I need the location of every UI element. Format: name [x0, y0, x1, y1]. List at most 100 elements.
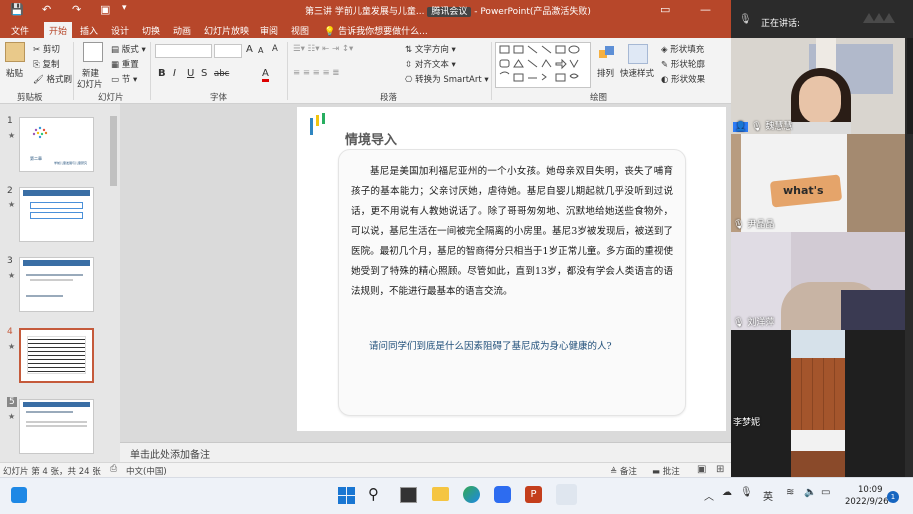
strikethrough-button[interactable]: abc — [214, 69, 229, 79]
quick-styles-icon[interactable] — [628, 44, 648, 64]
undo-icon[interactable]: ↶ — [42, 3, 51, 16]
save-icon[interactable]: 💾 — [10, 3, 24, 16]
paste-button[interactable]: 粘贴 — [6, 67, 23, 79]
shadow-button[interactable]: S — [201, 68, 207, 79]
section-button[interactable]: ▭ 节 ▾ — [111, 73, 137, 85]
task-view-icon[interactable] — [11, 487, 27, 503]
ime-indicator[interactable]: 英 — [763, 488, 773, 503]
notes-pane[interactable]: 单击此处添加备注 — [120, 442, 731, 463]
thumb-text-block — [27, 336, 86, 374]
copy-button[interactable]: ⎘ 复制 — [33, 58, 60, 70]
slide-number: 2 — [7, 186, 13, 196]
meeting-app-badge[interactable]: 腾讯会议 — [427, 7, 472, 17]
normal-view-icon[interactable]: ▣ — [697, 464, 706, 475]
file-explorer-icon[interactable] — [432, 487, 449, 501]
tab-view[interactable]: 视图 — [291, 24, 309, 37]
star-icon: ★ — [8, 342, 16, 351]
video-tile-3[interactable]: 🎙 刘洋萍 — [731, 232, 905, 330]
arrange-icon[interactable] — [598, 44, 616, 62]
paste-icon[interactable] — [5, 42, 25, 62]
shape-outline-button[interactable]: ✎ 形状轮廓 — [661, 58, 705, 70]
tell-me-box[interactable]: 💡 告诉我你想要做什么... — [324, 24, 428, 37]
format-painter-button[interactable]: 🖌 格式刷 — [33, 73, 72, 85]
bullets-button[interactable]: ☰▾ ☷▾ ⇤ ⇥ ↕▾ — [293, 44, 353, 54]
bold-button[interactable]: B — [158, 68, 166, 79]
scrollbar-thumb[interactable] — [110, 116, 117, 186]
clock-date[interactable]: 2022/9/26 — [845, 497, 889, 507]
font-color-button[interactable]: A — [262, 68, 269, 82]
group-label-clipboard: 剪贴板 — [17, 93, 43, 103]
edge-browser-icon[interactable] — [463, 486, 480, 503]
ribbon-display-icon[interactable]: ▭ — [660, 3, 670, 16]
minimize-icon[interactable]: — — [700, 3, 711, 16]
layout-button[interactable]: ▤ 版式 ▾ — [111, 43, 146, 55]
underline-button[interactable]: U — [187, 68, 194, 79]
windows-start-icon[interactable] — [338, 487, 355, 507]
tab-slideshow[interactable]: 幻灯片放映 — [204, 24, 249, 37]
clock-time[interactable]: 10:09 — [858, 485, 883, 495]
clear-format-button[interactable]: A — [272, 44, 278, 54]
font-size-input[interactable] — [214, 44, 242, 58]
arrange-button[interactable]: 排列 — [597, 67, 614, 79]
tab-animations[interactable]: 动画 — [173, 24, 191, 37]
notes-toggle[interactable]: ≜ 备注 — [610, 465, 637, 477]
mic-tray-icon[interactable]: 🎙 — [740, 487, 753, 498]
notification-badge[interactable]: 1 — [887, 491, 899, 503]
video-tile-1[interactable]: 👤 🎙 魏慧慧 — [731, 38, 905, 134]
tab-file[interactable]: 文件 — [11, 24, 29, 37]
tab-design[interactable]: 设计 — [111, 24, 129, 37]
video-tile-5[interactable] — [731, 430, 905, 477]
video-tile-2[interactable]: what's 🎙 尹晶晶 — [731, 134, 905, 232]
align-buttons[interactable]: ≡ ≡ ≡ ≡ ≣ — [293, 68, 339, 78]
present-icon[interactable]: ▣ — [100, 3, 110, 16]
language-indicator[interactable]: 中文(中国) — [126, 465, 167, 477]
current-slide[interactable]: 情境导入 基尼是美国加利福尼亚州的一个小女孩。她母亲双目失明，丧失了哺育孩子的基… — [297, 107, 726, 431]
new-slide-label-2[interactable]: 幻灯片 — [77, 78, 103, 90]
shapes-gallery[interactable] — [495, 42, 591, 88]
face-shape — [799, 76, 841, 124]
smartart-button[interactable]: ⎔ 转换为 SmartArt ▾ — [405, 73, 489, 85]
task-view-button-icon[interactable] — [400, 487, 417, 503]
slide-thumbnail-2[interactable] — [19, 187, 94, 242]
shape-effects-button[interactable]: ◐ 形状效果 — [661, 73, 705, 85]
redo-icon[interactable]: ↷ — [72, 3, 81, 16]
new-slide-icon[interactable] — [83, 42, 103, 62]
star-icon: ★ — [8, 412, 16, 421]
grow-font-button[interactable]: A — [246, 44, 253, 55]
ribbon-tabs: 文件 开始 插入 设计 切换 动画 幻灯片放映 审阅 视图 💡 告诉我你想要做什… — [0, 21, 731, 38]
slide-thumbnail-3[interactable] — [19, 257, 94, 312]
thumbnails-scrollbar[interactable] — [109, 104, 118, 462]
slide-thumbnail-4[interactable] — [19, 328, 94, 383]
arrange-icon-svg — [599, 46, 614, 58]
chevron-up-icon[interactable]: ︿ — [704, 488, 714, 503]
search-icon[interactable]: ⚲ — [368, 485, 379, 503]
wifi-icon[interactable]: ≋ — [786, 487, 794, 498]
battery-icon[interactable]: ▭ — [821, 487, 830, 498]
italic-button[interactable]: I — [173, 68, 176, 79]
tencent-meeting-icon[interactable] — [494, 486, 511, 503]
align-text-button[interactable]: ⇳ 对齐文本 ▾ — [405, 58, 456, 70]
shape-fill-button[interactable]: ◈ 形状填充 — [661, 43, 704, 55]
slide-thumbnail-1[interactable]: 第二章 学前儿童发展与儿童研究 — [19, 117, 94, 172]
text-direction-button[interactable]: ⇅ 文字方向 ▾ — [405, 43, 456, 55]
reset-button[interactable]: ▦ 重置 — [111, 58, 139, 70]
notes-placeholder[interactable]: 单击此处添加备注 — [130, 446, 210, 461]
comments-toggle[interactable]: ▬ 批注 — [652, 465, 680, 477]
tab-insert[interactable]: 插入 — [80, 24, 98, 37]
tab-transitions[interactable]: 切换 — [142, 24, 160, 37]
font-name-input[interactable] — [155, 44, 212, 58]
powerpoint-icon[interactable]: P — [525, 486, 542, 503]
spellcheck-icon[interactable]: ⎙ — [110, 464, 117, 474]
snipping-tool-icon[interactable] — [556, 484, 577, 505]
tab-home[interactable]: 开始 — [44, 22, 73, 38]
volume-icon[interactable]: 🔈 — [804, 487, 816, 498]
cloud-icon[interactable]: ☁ — [722, 487, 732, 498]
video-tile-4[interactable]: 李梦妮 — [731, 330, 905, 430]
quick-styles-button[interactable]: 快速样式 — [620, 67, 654, 79]
tab-review[interactable]: 审阅 — [260, 24, 278, 37]
cut-button[interactable]: ✂ 剪切 — [33, 43, 60, 55]
slide-thumbnail-5[interactable] — [19, 399, 94, 454]
customize-qat-icon[interactable]: ▾ — [122, 3, 127, 13]
shrink-font-button[interactable]: A — [258, 46, 263, 55]
sorter-view-icon[interactable]: ⊞ — [716, 464, 724, 475]
